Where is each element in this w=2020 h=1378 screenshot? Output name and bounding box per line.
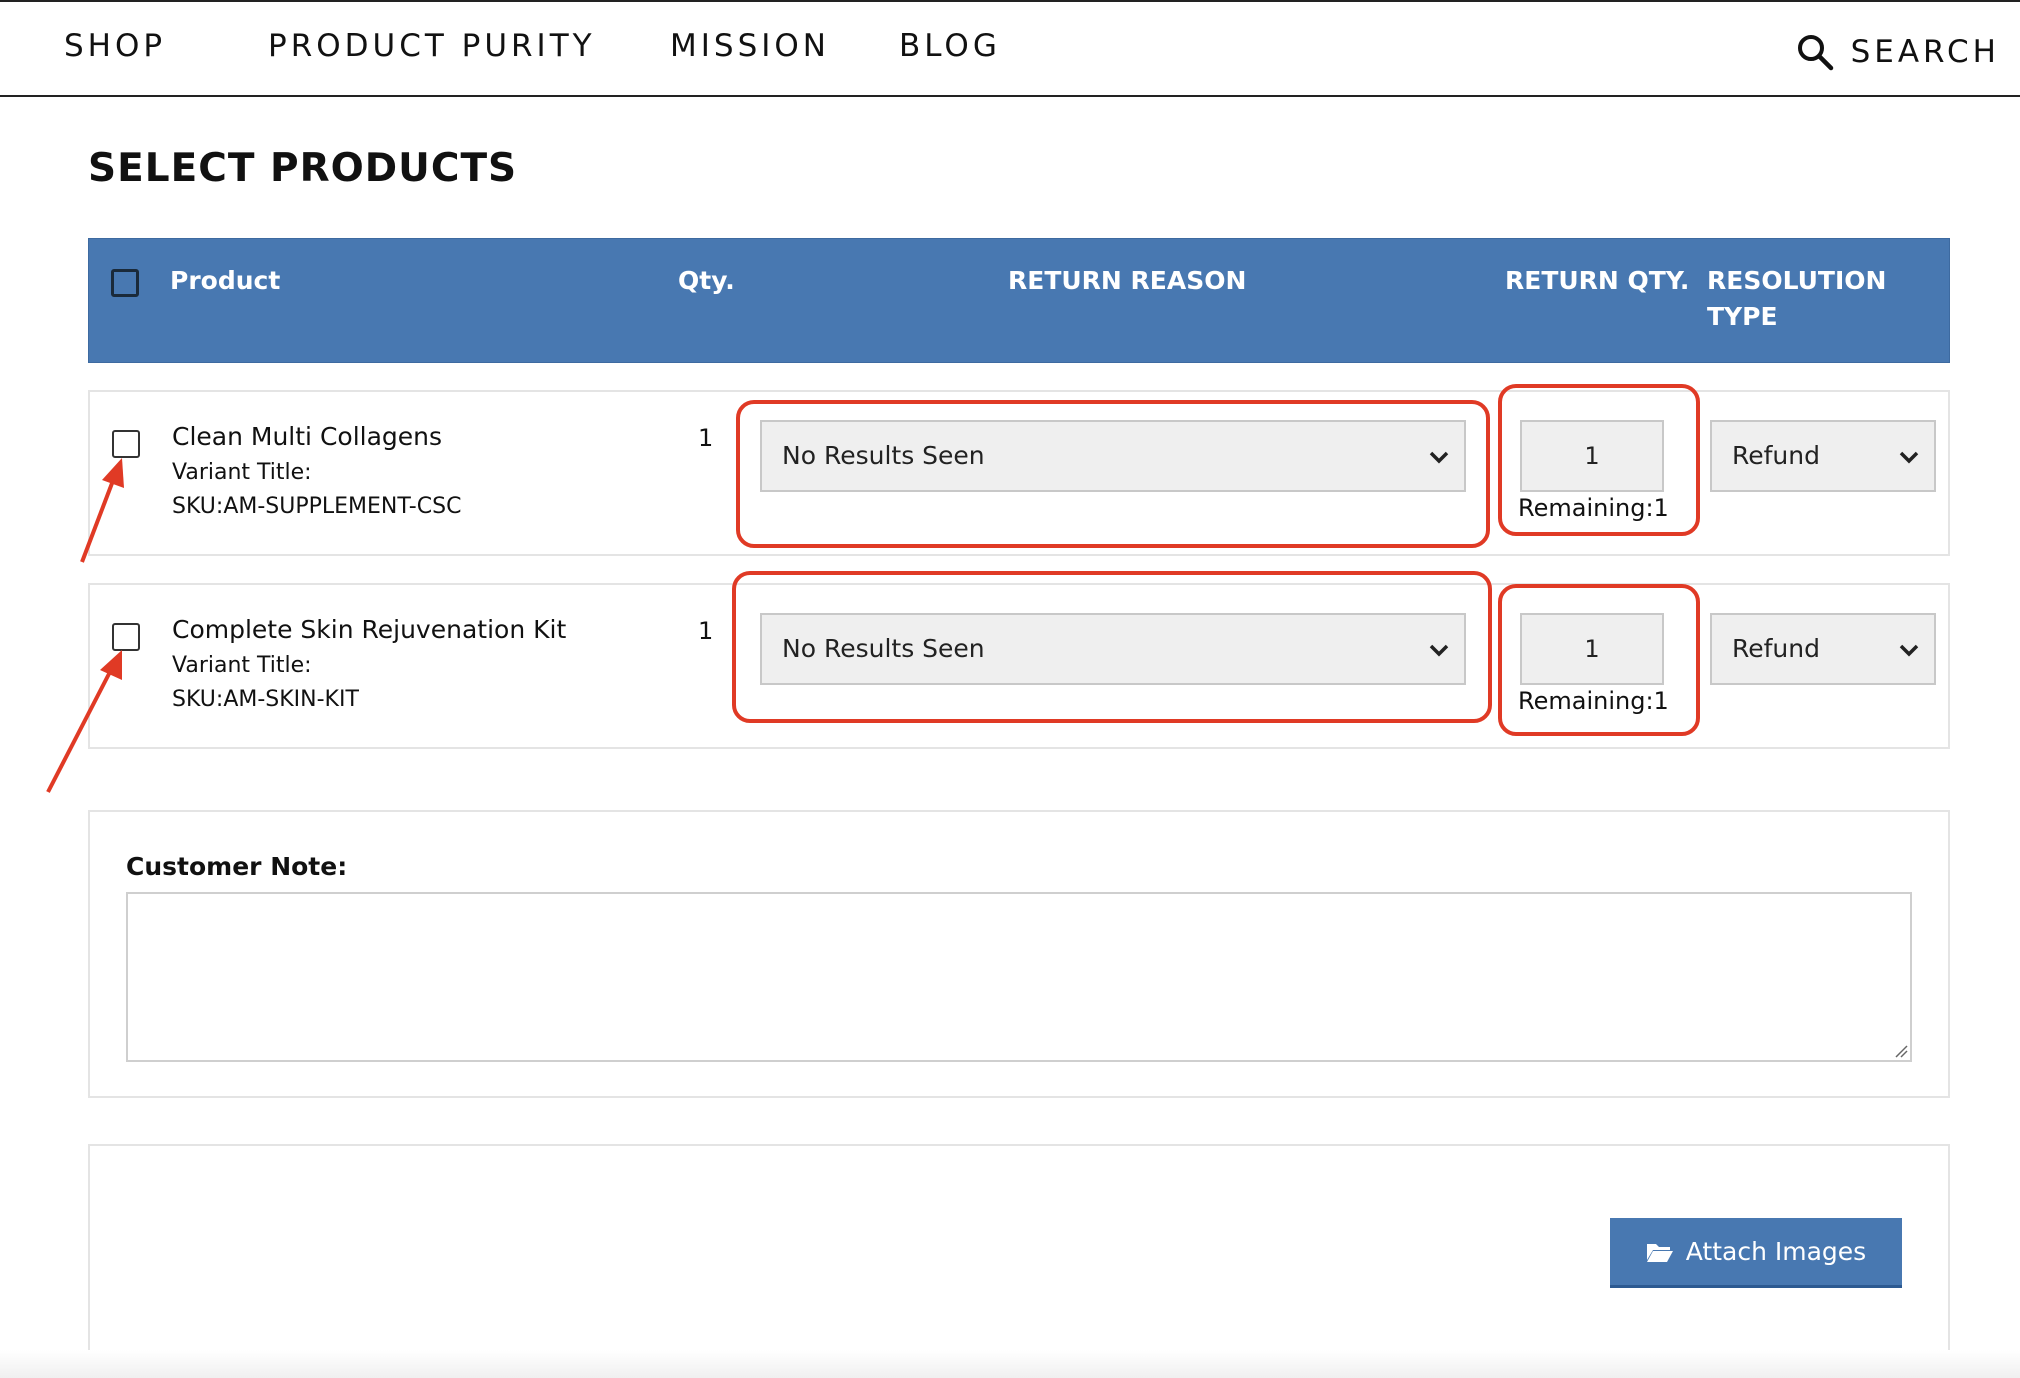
page-bottom-edge [0, 1350, 2020, 1378]
product-qty: 1 [698, 424, 714, 452]
search-icon [1797, 35, 1833, 71]
resolution-type-value: Refund [1732, 441, 1820, 470]
resize-handle-icon[interactable] [1892, 1042, 1908, 1058]
header-product: Product [170, 266, 281, 295]
annotation-highlight-qty-2 [1498, 584, 1700, 736]
table-header: Product Qty. RETURN REASON RETURN QTY. R… [88, 238, 1950, 363]
header-resolution-type-2: TYPE [1707, 302, 1778, 331]
header-resolution-type-1: RESOLUTION [1707, 266, 1887, 295]
chevron-down-icon [1899, 451, 1919, 464]
nav-mission[interactable]: MISSION [670, 28, 830, 64]
customer-note-textarea[interactable] [126, 892, 1912, 1062]
variant-title: Variant Title: [172, 653, 312, 678]
row-checkbox[interactable] [112, 623, 140, 651]
attach-images-label: Attach Images [1685, 1237, 1867, 1266]
variant-title: Variant Title: [172, 460, 312, 485]
product-name: Complete Skin Rejuvenation Kit [172, 615, 567, 644]
nav-product-purity[interactable]: PRODUCT PURITY [268, 28, 596, 64]
nav-blog[interactable]: BLOG [899, 28, 1001, 64]
annotation-highlight-qty-1 [1498, 384, 1700, 536]
row-checkbox[interactable] [112, 430, 140, 458]
nav-shop[interactable]: SHOP [64, 28, 166, 64]
search-button[interactable]: SEARCH [1795, 32, 2000, 72]
product-sku: SKU:AM-SUPPLEMENT-CSC [172, 494, 462, 519]
resolution-type-value: Refund [1732, 634, 1820, 663]
header-return-reason: RETURN REASON [1008, 266, 1247, 295]
header-return-qty: RETURN QTY. [1505, 266, 1690, 295]
folder-open-icon [1646, 1243, 1673, 1262]
chevron-down-icon [1899, 644, 1919, 657]
product-sku: SKU:AM-SKIN-KIT [172, 687, 359, 712]
search-label: SEARCH [1850, 34, 2000, 70]
page-title: SELECT PRODUCTS [88, 146, 518, 191]
annotation-highlight-reason-2 [732, 571, 1492, 723]
attach-images-button[interactable]: Attach Images [1610, 1218, 1902, 1288]
product-qty: 1 [698, 617, 714, 645]
customer-note-label: Customer Note: [126, 852, 348, 881]
resolution-type-select[interactable]: Refund [1710, 613, 1936, 685]
product-name: Clean Multi Collagens [172, 422, 443, 451]
header-qty: Qty. [678, 266, 735, 295]
top-navigation: SHOP PRODUCT PURITY MISSION BLOG SEARCH [0, 0, 2020, 97]
resolution-type-select[interactable]: Refund [1710, 420, 1936, 492]
select-all-checkbox[interactable] [111, 269, 139, 297]
annotation-highlight-reason-1 [736, 400, 1490, 548]
customer-note-section: Customer Note: [88, 810, 1950, 1098]
